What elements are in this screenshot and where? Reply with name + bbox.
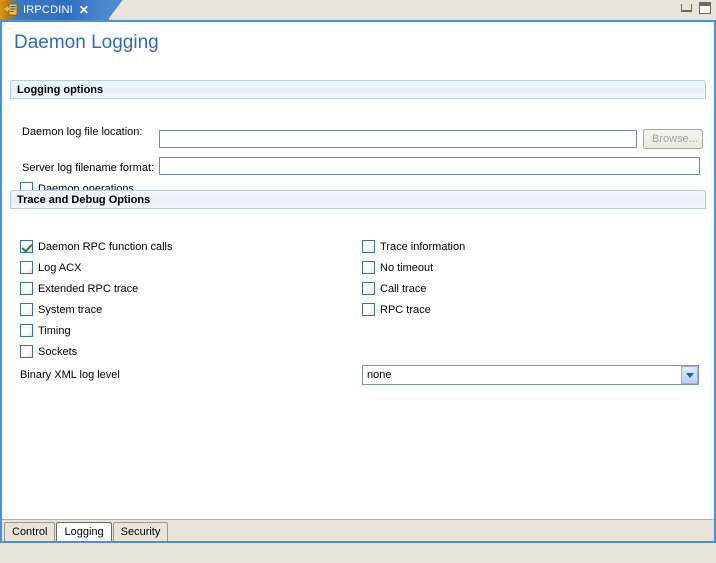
checkbox-label-trace-information: Trace information [380, 240, 466, 253]
tab-control[interactable]: Control [4, 522, 56, 541]
checkbox-box-rpc-trace[interactable] [362, 303, 375, 316]
maximize-button[interactable] [699, 2, 711, 14]
editor-content: Daemon Logging Logging options Daemon lo… [2, 22, 714, 519]
close-icon[interactable]: ✕ [79, 4, 89, 16]
section-logging-options: Logging options [10, 80, 706, 99]
checkbox-timing[interactable]: Timing [20, 324, 71, 337]
checkbox-label-rpc-trace: RPC trace [380, 303, 431, 316]
checkbox-box-timing[interactable] [20, 324, 33, 337]
checkbox-label-call-trace: Call trace [380, 282, 427, 295]
checkbox-label-sockets: Sockets [38, 345, 78, 358]
checkbox-box-daemon-rpc-function-calls[interactable] [20, 240, 33, 253]
field-binary-xml-log-level: Binary XML log level [20, 369, 120, 381]
checkbox-label-system-trace: System trace [38, 303, 103, 316]
checkbox-label-log-acx: Log ACX [38, 261, 82, 274]
tab-security[interactable]: Security [112, 522, 169, 541]
section-trace-debug-options-header: Trace and Debug Options [10, 190, 706, 209]
checkbox-label-extended-rpc-trace: Extended RPC trace [38, 282, 139, 295]
binary-xml-log-level-label: Binary XML log level [20, 369, 120, 381]
ini-file-icon [4, 3, 20, 17]
checkbox-extended-rpc-trace[interactable]: Extended RPC trace [20, 282, 138, 295]
tab-logging[interactable]: Logging [56, 522, 112, 541]
checkbox-box-no-timeout[interactable] [362, 261, 375, 274]
daemon-log-file-location-label: Daemon log file location: [22, 126, 143, 138]
titlebar: IRPCDINI ✕ [0, 0, 716, 20]
checkbox-box-system-trace[interactable] [20, 303, 33, 316]
tab-logging-label: Logging [64, 526, 104, 538]
bottom-tabbar: Control Logging Security [2, 519, 714, 541]
binary-xml-log-level-value: none [367, 369, 392, 381]
binary-xml-log-level-select[interactable]: none [362, 365, 699, 385]
tab-security-label: Security [120, 526, 161, 538]
server-log-filename-format-input[interactable] [159, 157, 700, 175]
application-window: IRPCDINI ✕ Daemon Logging Logging option… [0, 0, 716, 563]
checkbox-box-call-trace[interactable] [362, 282, 375, 295]
checkbox-log-acx[interactable]: Log ACX [20, 261, 81, 274]
field-daemon-log-file-location: Daemon log file location: [22, 126, 142, 138]
checkbox-label-timing: Timing [38, 324, 71, 337]
chevron-down-icon[interactable] [681, 366, 698, 384]
minimize-button[interactable] [681, 4, 692, 12]
checkbox-rpc-trace[interactable]: RPC trace [362, 303, 431, 316]
checkbox-system-trace[interactable]: System trace [20, 303, 102, 316]
server-log-filename-format-label: Server log filename format: [22, 162, 155, 174]
editor-tab-label: IRPCDINI [23, 4, 73, 16]
section-logging-options-header: Logging options [10, 80, 706, 99]
checkbox-daemon-rpc-function-calls[interactable]: Daemon RPC function calls [20, 240, 173, 253]
checkbox-box-trace-information[interactable] [362, 240, 375, 253]
checkbox-call-trace[interactable]: Call trace [362, 282, 426, 295]
page-title: Daemon Logging [14, 32, 159, 53]
checkbox-sockets[interactable]: Sockets [20, 345, 77, 358]
checkbox-box-extended-rpc-trace[interactable] [20, 282, 33, 295]
editor-frame: Daemon Logging Logging options Daemon lo… [0, 20, 716, 543]
checkbox-box-sockets[interactable] [20, 345, 33, 358]
field-server-log-filename-format: Server log filename format: [22, 162, 154, 174]
checkbox-label-no-timeout: No timeout [380, 261, 434, 274]
checkbox-label-daemon-rpc-function-calls: Daemon RPC function calls [38, 240, 173, 253]
daemon-log-file-location-input[interactable] [159, 130, 637, 148]
window-controls [681, 2, 711, 14]
editor-tab-irpcdini[interactable]: IRPCDINI ✕ [0, 0, 124, 20]
browse-button[interactable]: Browse... [643, 129, 703, 149]
tab-control-label: Control [12, 526, 48, 538]
checkbox-box-log-acx[interactable] [20, 261, 33, 274]
section-trace-debug-options: Trace and Debug Options [10, 190, 706, 209]
checkbox-trace-information[interactable]: Trace information [362, 240, 465, 253]
checkbox-no-timeout[interactable]: No timeout [362, 261, 433, 274]
